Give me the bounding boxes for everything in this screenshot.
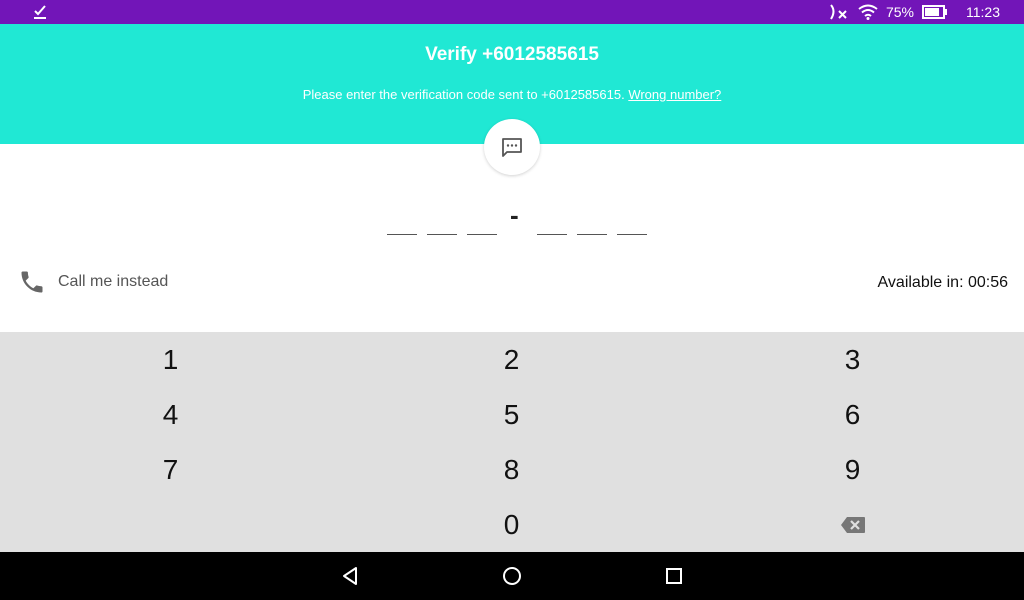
clock: 11:23 [966,4,1000,20]
status-icons: 75% 11:23 [828,0,1000,24]
nfc-off-icon [830,4,847,20]
instruction-text: Please enter the verification code sent … [302,87,625,102]
sms-badge [484,119,540,175]
battery-icon [922,5,947,19]
key-4[interactable]: 4 [0,387,341,442]
key-1[interactable]: 1 [0,332,341,387]
back-icon[interactable] [338,564,362,588]
verify-instructions: Please enter the verification code sent … [0,87,1024,102]
call-availability-timer: Available in: 00:56 [877,274,1008,291]
code-digit-slot[interactable] [617,234,647,235]
key-8[interactable]: 8 [341,442,682,497]
key-6[interactable]: 6 [682,387,1023,442]
status-bar: 75% 11:23 [0,0,1024,24]
key-0[interactable]: 0 [341,497,682,552]
home-icon[interactable] [500,564,524,588]
nav-bar [0,552,1024,600]
phone-icon [21,271,43,293]
key-5[interactable]: 5 [341,387,682,442]
call-me-instead-button[interactable]: Call me instead [18,266,168,298]
message-icon [502,138,522,157]
key-2[interactable]: 2 [341,332,682,387]
code-digit-slot[interactable] [467,234,497,235]
recents-icon[interactable] [662,564,686,588]
wifi-icon [858,4,878,20]
key-9[interactable]: 9 [682,442,1023,497]
check-icon [34,5,46,19]
call-me-instead-label: Call me instead [58,273,169,290]
key-7[interactable]: 7 [0,442,341,497]
code-digit-slot[interactable] [387,234,417,235]
code-digit-slot[interactable] [577,234,607,235]
battery-percent: 75% [885,4,914,20]
wrong-number-link[interactable]: Wrong number? [628,87,721,102]
code-digit-slot[interactable] [537,234,567,235]
numeric-keypad: 1 2 3 4 5 6 7 8 9 0 [0,332,1024,552]
page-title: Verify +6012585615 [425,44,599,65]
backspace-key[interactable] [682,497,1023,552]
code-digit-slot[interactable] [427,234,457,235]
code-separator: - [510,200,519,230]
backspace-icon [840,516,865,533]
key-3[interactable]: 3 [682,332,1023,387]
